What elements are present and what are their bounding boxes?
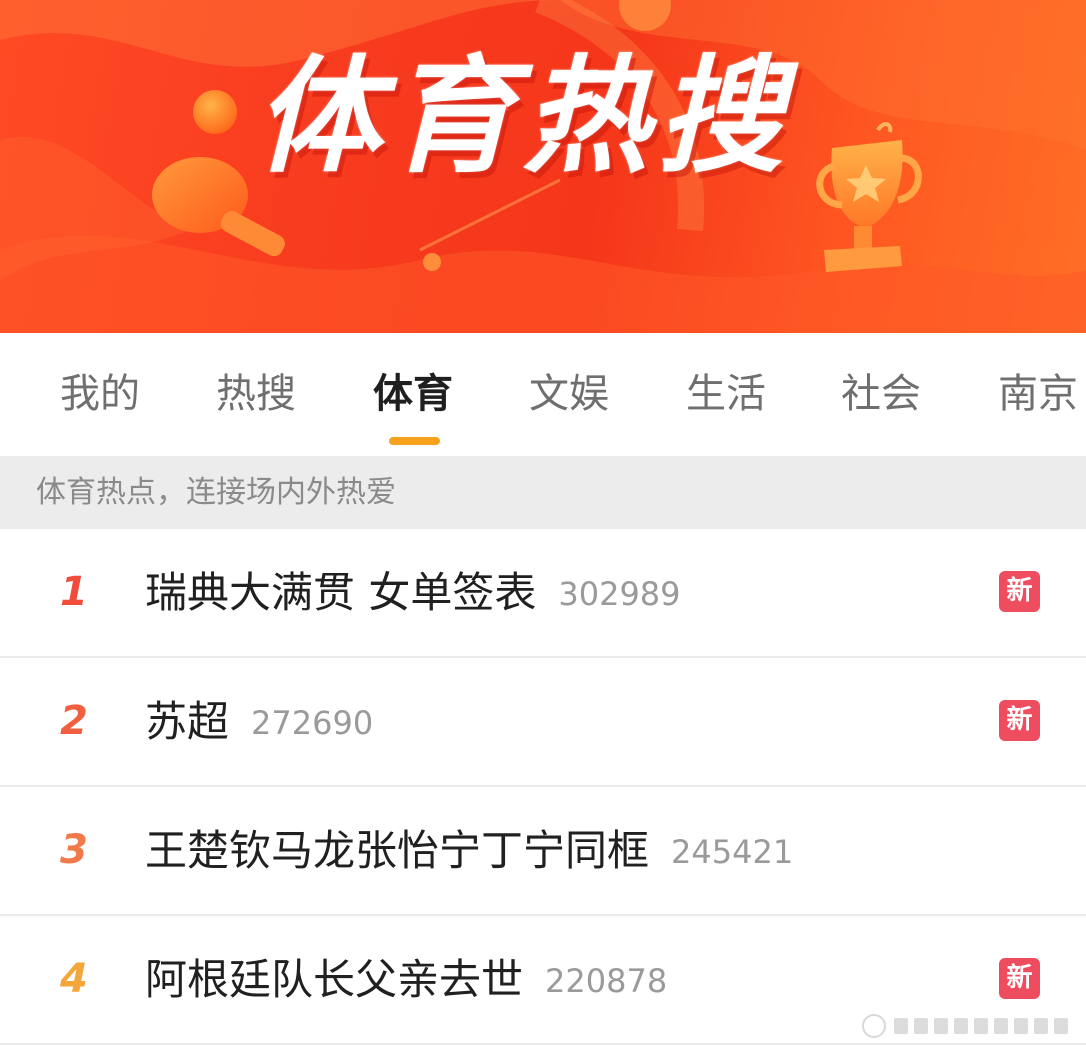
topic-title: 阿根廷队长父亲去世 — [145, 955, 524, 1004]
rank-number: 2 — [60, 698, 88, 744]
list-item[interactable]: 1 瑞典大满贯 女单签表 302989 新 — [0, 529, 1086, 658]
heat-count: 245421 — [671, 833, 794, 871]
rank-number: 4 — [60, 956, 88, 1002]
category-tabs: 我的 热搜 体育 文娱 生活 社会 南京 — [0, 333, 1086, 456]
rank-number: 1 — [60, 569, 88, 615]
tab-hot-search[interactable]: 热搜 — [216, 333, 296, 456]
tab-mine[interactable]: 我的 — [60, 333, 140, 456]
new-badge: 新 — [999, 571, 1040, 612]
ball-icon — [193, 90, 237, 134]
topic-title: 瑞典大满贯 女单签表 — [145, 568, 537, 617]
tab-society[interactable]: 社会 — [841, 333, 921, 456]
active-tab-indicator — [389, 437, 440, 445]
section-subtitle-bar: 体育热点，连接场内外热爱 — [0, 456, 1086, 529]
header-banner: 体育热搜 — [0, 0, 1086, 333]
hot-search-list: 1 瑞典大满贯 女单签表 302989 新 2 苏超 272690 新 3 王楚钦马… — [0, 529, 1086, 1045]
topic-title-wrap: 苏超 272690 — [145, 658, 373, 785]
topic-title: 王楚钦马龙张怡宁丁宁同框 — [145, 826, 650, 875]
topic-title: 苏超 — [145, 697, 230, 746]
topic-title-wrap: 王楚钦马龙张怡宁丁宁同框 245421 — [145, 787, 793, 914]
section-subtitle: 体育热点，连接场内外热爱 — [36, 475, 396, 510]
heat-count: 302989 — [558, 575, 681, 613]
heat-count: 220878 — [545, 962, 668, 1000]
list-item[interactable]: 3 王楚钦马龙张怡宁丁宁同框 245421 — [0, 787, 1086, 916]
tab-life[interactable]: 生活 — [686, 333, 766, 456]
topic-title-wrap: 阿根廷队长父亲去世 220878 — [145, 916, 667, 1043]
watermark-logo — [862, 1014, 1068, 1038]
heat-count: 272690 — [251, 704, 374, 742]
new-badge: 新 — [999, 700, 1040, 741]
list-item[interactable]: 2 苏超 272690 新 — [0, 658, 1086, 787]
rank-number: 3 — [60, 827, 88, 873]
tab-nanjing[interactable]: 南京 — [998, 333, 1078, 456]
tab-entertainment[interactable]: 文娱 — [529, 333, 609, 456]
page: 体育热搜 我的 热搜 体育 文娱 生活 社会 南京 体育热点，连接场内外热爱 1… — [0, 0, 1086, 1047]
new-badge: 新 — [999, 958, 1040, 999]
topic-title-wrap: 瑞典大满贯 女单签表 302989 — [145, 529, 681, 656]
banner-title: 体育热搜 — [255, 43, 791, 190]
